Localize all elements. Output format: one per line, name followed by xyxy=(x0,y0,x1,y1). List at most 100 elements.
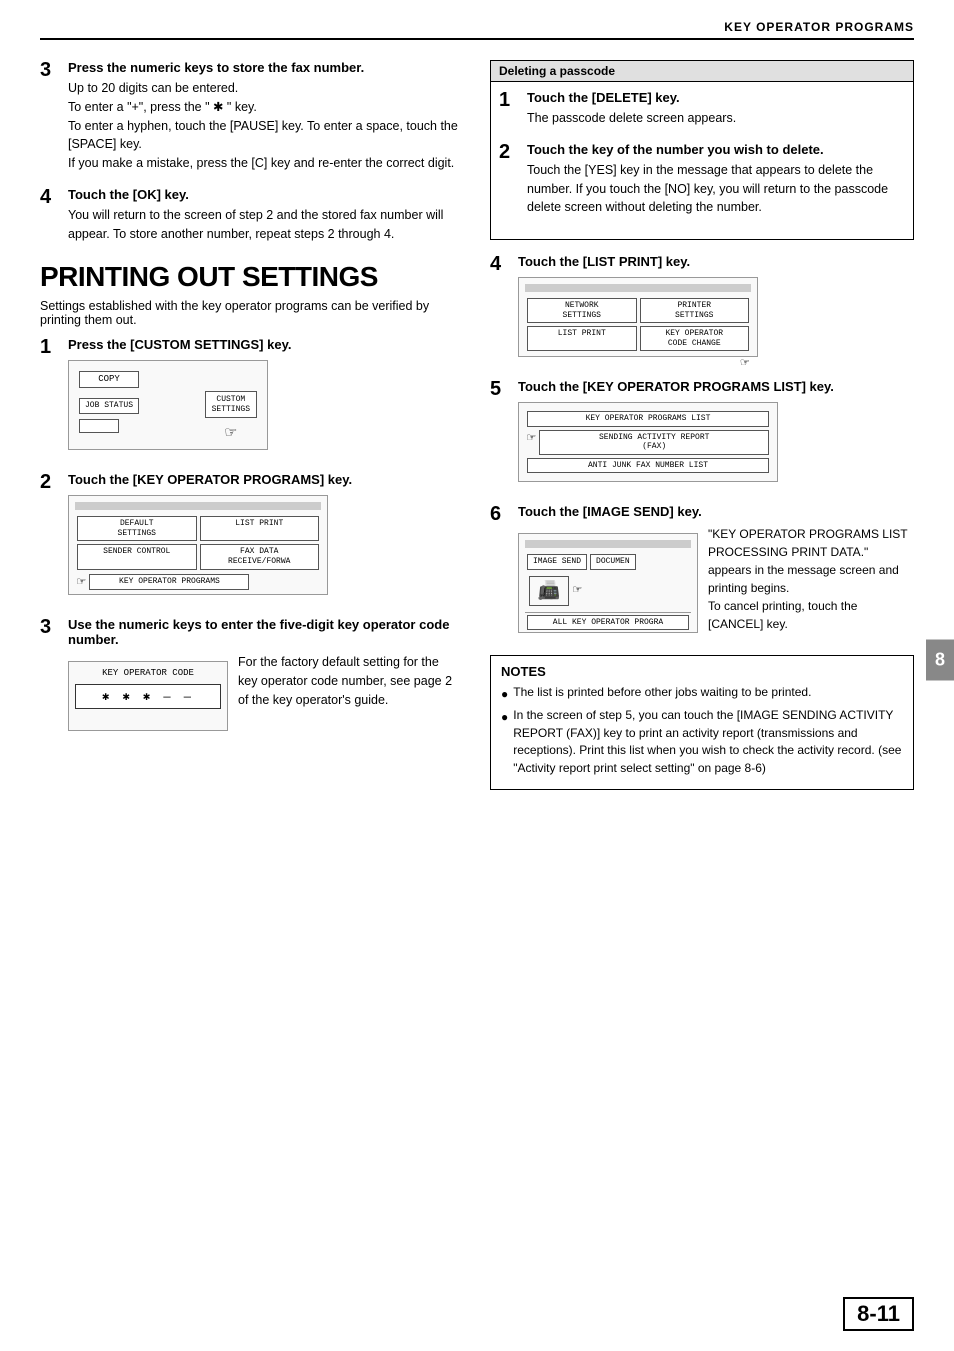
diagram-kop-menu: DEFAULTSETTINGS LIST PRINT SENDER CONTRO… xyxy=(68,495,328,595)
notes-box: NOTES ● The list is printed before other… xyxy=(490,655,914,790)
ps-step-1-content: Press the [CUSTOM SETTINGS] key. COPY JO… xyxy=(68,337,291,458)
cursor-icon-5: ☞ xyxy=(573,582,581,599)
bullet-1: ● xyxy=(501,686,508,703)
ps-step-2: 2 Touch the [KEY OPERATOR PROGRAMS] key.… xyxy=(40,472,460,603)
diag-list-print-big: LIST PRINT xyxy=(527,326,637,351)
ps-step-4-title: Touch the [LIST PRINT] key. xyxy=(518,254,758,269)
diag-anti-junk: ANTI JUNK FAX NUMBER LIST xyxy=(527,458,769,474)
passcode-box: Deleting a passcode 1 Touch the [DELETE]… xyxy=(490,60,914,240)
step-3-number: 3 xyxy=(40,60,60,173)
ps-step-6-content: Touch the [IMAGE SEND] key. IMAGE SEND D… xyxy=(518,504,914,641)
notes-item-2-text: In the screen of step 5, you can touch t… xyxy=(513,707,903,777)
ps-step-3: 3 Use the numeric keys to enter the five… xyxy=(40,617,460,739)
right-column: Deleting a passcode 1 Touch the [DELETE]… xyxy=(490,60,914,790)
section-badge: 8 xyxy=(926,640,954,681)
ps-step-5-title: Touch the [KEY OPERATOR PROGRAMS LIST] k… xyxy=(518,379,834,394)
diag-code-value: ✱ ✱ ✱ — — xyxy=(75,684,221,709)
notes-item-1: ● The list is printed before other jobs … xyxy=(501,684,903,703)
dp-step-1-title: Touch the [DELETE] key. xyxy=(527,90,736,105)
diag-sending-activity: SENDING ACTIVITY REPORT(FAX) xyxy=(539,430,769,455)
ps-step-1: 1 Press the [CUSTOM SETTINGS] key. COPY … xyxy=(40,337,460,458)
dp-step-1: 1 Touch the [DELETE] key. The passcode d… xyxy=(499,90,905,128)
cursor-icon: ☞ xyxy=(225,422,236,444)
page-number: 8-11 xyxy=(843,1297,914,1331)
ps-step-2-content: Touch the [KEY OPERATOR PROGRAMS] key. D… xyxy=(68,472,352,603)
diagram-code-entry: KEY OPERATOR CODE ✱ ✱ ✱ — — xyxy=(68,661,228,731)
bullet-2: ● xyxy=(501,709,508,777)
section-title-printing: PRINTING OUT SETTINGS xyxy=(40,261,460,293)
step-3-body: Up to 20 digits can be entered. To enter… xyxy=(68,79,460,173)
diag-network-settings: NETWORKSETTINGS xyxy=(527,298,637,323)
dp-step-2: 2 Touch the key of the number you wish t… xyxy=(499,142,905,217)
diag-list-print-small: LIST PRINT xyxy=(200,516,320,541)
step-4-title: Touch the [OK] key. xyxy=(68,187,460,202)
diag-custom-settings-btn: CUSTOMSETTINGS xyxy=(205,391,257,418)
ps-step-6-body: "KEY OPERATOR PROGRAMS LIST PROCESSING P… xyxy=(708,525,914,633)
diagram-image-send: IMAGE SEND DOCUMEN 📠 ☞ ALL KEY OPERATOR … xyxy=(518,533,698,633)
passcode-box-title: Deleting a passcode xyxy=(491,61,913,82)
diagram-list-print: NETWORKSETTINGS PRINTERSETTINGS LIST PRI… xyxy=(518,277,758,357)
section-desc: Settings established with the key operat… xyxy=(40,299,460,327)
step-4-ok: 4 Touch the [OK] key. You will return to… xyxy=(40,187,460,244)
dp-step-1-content: Touch the [DELETE] key. The passcode del… xyxy=(527,90,736,128)
ps-step-5-content: Touch the [KEY OPERATOR PROGRAMS LIST] k… xyxy=(518,379,834,490)
diag-copy-btn: COPY xyxy=(79,371,139,388)
ps-step-3-body: For the factory default setting for the … xyxy=(238,653,460,709)
diag-job-status-btn: JOB STATUS xyxy=(79,398,139,414)
cursor-icon-4: ☞ xyxy=(527,430,535,455)
left-column: 3 Press the numeric keys to store the fa… xyxy=(40,60,460,790)
dp-step-2-body: Touch the [YES] key in the message that … xyxy=(527,161,905,217)
dp-step-2-content: Touch the key of the number you wish to … xyxy=(527,142,905,217)
notes-item-2: ● In the screen of step 5, you can touch… xyxy=(501,707,903,777)
page: KEY OPERATOR PROGRAMS 3 Press the numeri… xyxy=(0,0,954,1351)
ps-step-1-title: Press the [CUSTOM SETTINGS] key. xyxy=(68,337,291,352)
two-col-layout: 3 Press the numeric keys to store the fa… xyxy=(40,60,914,790)
step-3-title: Press the numeric keys to store the fax … xyxy=(68,60,460,75)
step-3-fax: 3 Press the numeric keys to store the fa… xyxy=(40,60,460,173)
diag-kop-code-change: KEY OPERATORCODE CHANGE xyxy=(640,326,750,351)
diag-fax-data: FAX DATARECEIVE/FORWA xyxy=(200,544,320,569)
diag-kop-programs-list: KEY OPERATOR PROGRAMS LIST xyxy=(527,411,769,427)
ps-step-1-number: 1 xyxy=(40,337,60,458)
diag-top-bar-2 xyxy=(525,284,751,292)
cursor-icon-3: ☞ xyxy=(741,356,749,372)
step-4-number: 4 xyxy=(40,187,60,244)
ps-step-6: 6 Touch the [IMAGE SEND] key. IMAGE SEND… xyxy=(490,504,914,641)
ps-step-5-number: 5 xyxy=(490,379,510,490)
diag-image-send-btn: IMAGE SEND xyxy=(527,554,587,570)
ps-step-6-number: 6 xyxy=(490,504,510,641)
main-content: 3 Press the numeric keys to store the fa… xyxy=(40,60,914,790)
ps-step-2-number: 2 xyxy=(40,472,60,603)
notes-item-1-text: The list is printed before other jobs wa… xyxy=(513,684,811,703)
dp-step-2-number: 2 xyxy=(499,142,519,217)
dp-step-1-number: 1 xyxy=(499,90,519,128)
diag-default-settings: DEFAULTSETTINGS xyxy=(77,516,197,541)
diag-sender-control: SENDER CONTROL xyxy=(77,544,197,569)
diag-all-kop: ALL KEY OPERATOR PROGRA xyxy=(527,615,689,631)
diag-printer-settings: PRINTERSETTINGS xyxy=(640,298,750,323)
diag-top-bar xyxy=(75,502,321,510)
diag-document-btn: DOCUMEN xyxy=(590,554,636,570)
ps-step-4: 4 Touch the [LIST PRINT] key. NETWORKSET… xyxy=(490,254,914,365)
ps-step-3-title: Use the numeric keys to enter the five-d… xyxy=(68,617,460,647)
page-header: KEY OPERATOR PROGRAMS xyxy=(40,20,914,40)
header-title: KEY OPERATOR PROGRAMS xyxy=(724,20,914,34)
notes-title: NOTES xyxy=(501,664,903,679)
step-4-body: You will return to the screen of step 2 … xyxy=(68,206,460,244)
passcode-box-content: 1 Touch the [DELETE] key. The passcode d… xyxy=(491,82,913,239)
diag-fax-icon: 📠 xyxy=(529,576,569,606)
step-3-content: Press the numeric keys to store the fax … xyxy=(68,60,460,173)
diag-code-label: KEY OPERATOR CODE xyxy=(75,668,221,678)
dp-step-1-body: The passcode delete screen appears. xyxy=(527,109,736,128)
ps-step-2-title: Touch the [KEY OPERATOR PROGRAMS] key. xyxy=(68,472,352,487)
ps-step-5: 5 Touch the [KEY OPERATOR PROGRAMS LIST]… xyxy=(490,379,914,490)
diagram-kop-list: KEY OPERATOR PROGRAMS LIST ☞ SENDING ACT… xyxy=(518,402,778,482)
cursor-icon-2: ☞ xyxy=(77,574,85,591)
ps-step-3-number: 3 xyxy=(40,617,60,739)
ps-step-3-content: Use the numeric keys to enter the five-d… xyxy=(68,617,460,739)
diag-kop-btn: KEY OPERATOR PROGRAMS xyxy=(89,574,249,590)
step-4-content: Touch the [OK] key. You will return to t… xyxy=(68,187,460,244)
ps-step-4-number: 4 xyxy=(490,254,510,365)
diag-job-status-small xyxy=(79,419,119,433)
dp-step-2-title: Touch the key of the number you wish to … xyxy=(527,142,905,157)
